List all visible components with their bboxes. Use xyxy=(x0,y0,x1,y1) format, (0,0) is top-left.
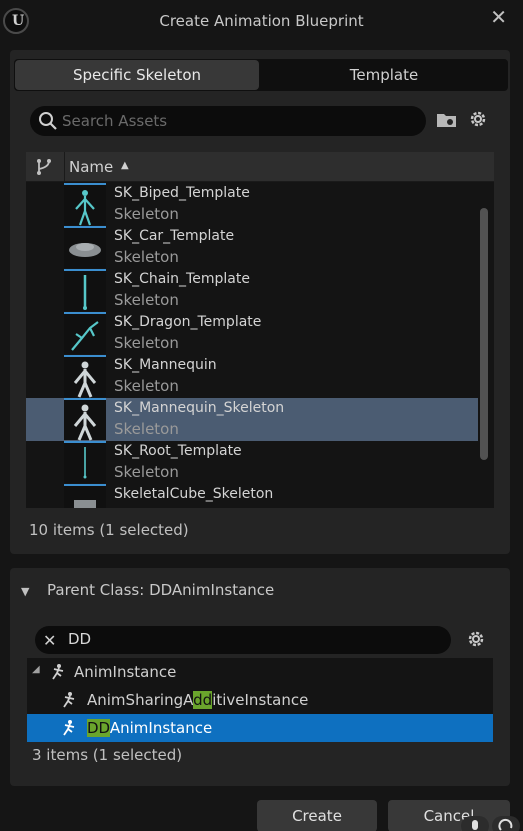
anim-instance-class-icon xyxy=(63,720,75,736)
class-filter-value: DD xyxy=(68,630,92,648)
asset-name: SK_Dragon_Template xyxy=(114,314,262,330)
tree-label: DDAnimInstance xyxy=(87,719,213,737)
asset-name: SK_Car_Template xyxy=(114,228,235,244)
class-settings-gear-icon[interactable] xyxy=(465,628,487,650)
folder-filter-icon[interactable] xyxy=(436,111,458,129)
search-icon xyxy=(39,112,57,130)
anim-instance-class-icon xyxy=(63,692,75,708)
view-options-icon[interactable] xyxy=(34,157,54,177)
tab-template[interactable]: Template xyxy=(262,60,506,90)
class-count: 3 items (1 selected) xyxy=(32,746,183,764)
asset-row[interactable]: SK_Root_Template Skeleton xyxy=(26,441,478,484)
skeleton-thumbnail-icon xyxy=(64,226,106,268)
asset-name: SK_Chain_Template xyxy=(114,271,250,287)
asset-row[interactable]: SK_Mannequin Skeleton xyxy=(26,355,478,398)
skeleton-thumbnail-icon xyxy=(64,269,106,311)
anim-instance-class-icon xyxy=(52,664,64,680)
class-row-animsharingadditiveinstance[interactable]: AnimSharingAdditiveInstance xyxy=(27,686,493,714)
asset-type: Skeleton xyxy=(114,420,179,438)
asset-count: 10 items (1 selected) xyxy=(29,521,189,539)
asset-row[interactable]: SK_Car_Template Skeleton xyxy=(26,226,478,269)
asset-type: Skeleton xyxy=(114,205,179,223)
tab-specific-skeleton[interactable]: Specific Skeleton xyxy=(15,60,259,90)
asset-name: SK_Root_Template xyxy=(114,443,242,459)
asset-row[interactable]: SK_Dragon_Template Skeleton xyxy=(26,312,478,355)
title-bar: U Create Animation Blueprint ✕ xyxy=(0,0,523,44)
sort-ascending-icon: ▲ xyxy=(121,160,129,171)
close-icon[interactable]: ✕ xyxy=(490,5,507,29)
list-scrollbar[interactable] xyxy=(480,208,488,460)
skeleton-thumbnail-icon xyxy=(64,398,106,441)
skeleton-thumbnail-icon xyxy=(64,183,106,226)
asset-row[interactable]: SK_Mannequin_Skeleton Skeleton xyxy=(26,398,478,441)
asset-picker-panel: Specific Skeleton Template Search Assets… xyxy=(10,50,510,554)
asset-row[interactable]: SK_Chain_Template Skeleton xyxy=(26,269,478,312)
skeleton-thumbnail-icon xyxy=(64,484,106,508)
class-filter-input[interactable]: ✕ DD xyxy=(35,626,451,654)
tree-label: AnimSharingAdditiveInstance xyxy=(87,691,309,709)
search-input[interactable]: Search Assets xyxy=(30,106,426,136)
header-separator xyxy=(64,152,65,182)
asset-type: Skeleton xyxy=(114,291,179,309)
asset-name: SK_Mannequin_Skeleton xyxy=(114,400,285,416)
list-header: Name ▲ xyxy=(26,152,494,182)
skeleton-thumbnail-icon xyxy=(64,312,106,354)
collapse-arrow-icon[interactable]: ▼ xyxy=(21,585,29,598)
class-row-ddaniminstance[interactable]: DDAnimInstance xyxy=(27,714,493,742)
search-placeholder: Search Assets xyxy=(62,112,168,130)
tree-label: AnimInstance xyxy=(74,663,177,681)
asset-type: Skeleton xyxy=(114,334,179,352)
parent-class-panel: ▼ Parent Class: DDAnimInstance ✕ DD ◢ An… xyxy=(10,568,510,786)
skeleton-thumbnail-icon xyxy=(64,441,106,483)
parent-class-label[interactable]: Parent Class: DDAnimInstance xyxy=(47,581,274,599)
tab-bar: Specific Skeleton Template xyxy=(14,59,508,91)
clear-filter-icon[interactable]: ✕ xyxy=(43,631,56,650)
settings-gear-icon[interactable] xyxy=(467,108,489,130)
asset-type: Skeleton xyxy=(114,463,179,481)
class-row-animinstance[interactable]: ◢ AnimInstance xyxy=(27,658,493,686)
dialog-title: Create Animation Blueprint xyxy=(159,12,364,30)
asset-name: SK_Biped_Template xyxy=(114,185,250,201)
microphone-icon[interactable] xyxy=(461,816,489,831)
skeleton-thumbnail-icon xyxy=(64,355,106,398)
tree-expander-icon[interactable]: ◢ xyxy=(32,664,40,675)
asset-row[interactable]: SK_Biped_Template Skeleton xyxy=(26,183,478,226)
create-button[interactable]: Create xyxy=(257,800,377,831)
asset-type: Skeleton xyxy=(114,248,179,266)
asset-type: Skeleton xyxy=(114,377,179,395)
refresh-icon[interactable] xyxy=(492,816,520,831)
asset-name: SkeletalCube_Skeleton xyxy=(114,486,274,502)
class-tree: ◢ AnimInstance AnimSharingAdditiveInstan… xyxy=(27,658,493,742)
asset-list: Name ▲ SK_Biped_Template Skeleton SK_Car_T… xyxy=(26,152,494,508)
asset-row[interactable]: SkeletalCube_Skeleton xyxy=(26,484,478,508)
name-column-header[interactable]: Name xyxy=(69,158,113,176)
asset-name: SK_Mannequin xyxy=(114,357,217,373)
